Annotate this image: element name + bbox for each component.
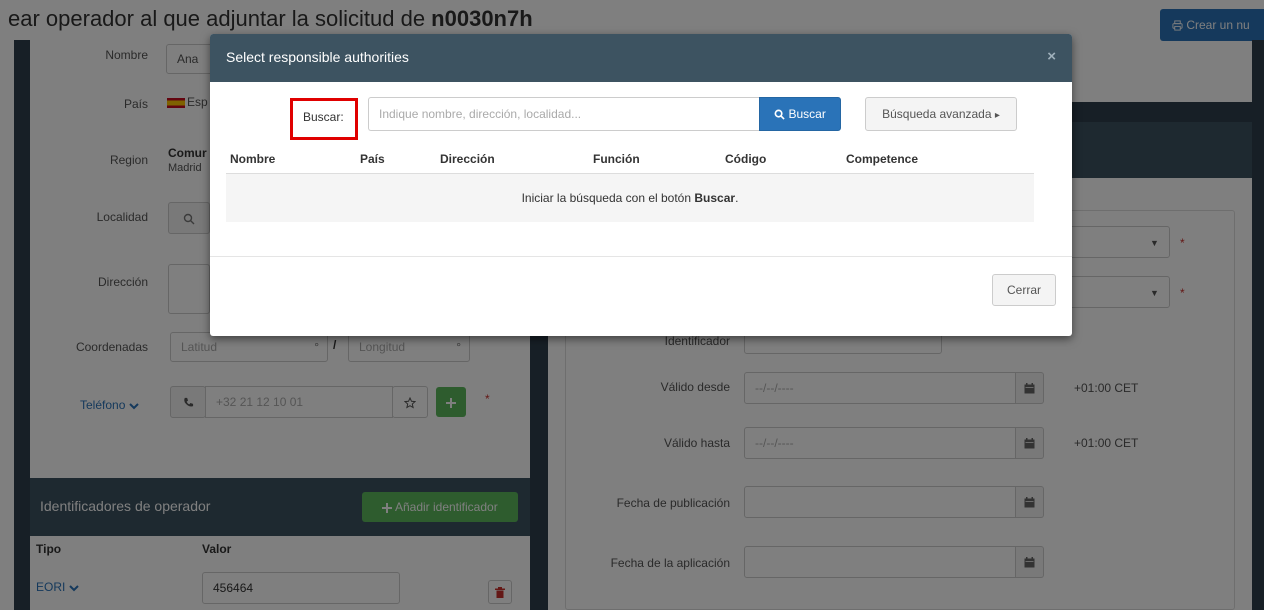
- modal-header: Select responsible authorities ×: [210, 34, 1072, 82]
- modal-footer-divider: [210, 256, 1072, 257]
- advanced-search-button[interactable]: Búsqueda avanzada ▸: [865, 97, 1017, 131]
- search-input[interactable]: [368, 97, 759, 131]
- empty-message-suffix: .: [735, 191, 739, 205]
- col-direccion: Dirección: [440, 152, 495, 166]
- advanced-search-label: Búsqueda avanzada: [882, 107, 992, 121]
- col-funcion: Función: [593, 152, 640, 166]
- empty-results-row: Iniciar la búsqueda con el botón Buscar.: [226, 174, 1034, 222]
- modal-title: Select responsible authorities: [226, 49, 409, 65]
- col-codigo: Código: [725, 152, 767, 166]
- close-icon[interactable]: ×: [1047, 48, 1056, 65]
- search-button-label: Buscar: [788, 107, 826, 121]
- search-button[interactable]: Buscar: [759, 97, 841, 131]
- select-authorities-modal: Select responsible authorities × Buscar:…: [210, 34, 1072, 336]
- search-label: Buscar:: [303, 110, 344, 124]
- empty-message-prefix: Iniciar la búsqueda con el botón: [521, 191, 695, 205]
- close-button[interactable]: Cerrar: [992, 274, 1056, 306]
- col-competence: Competence: [846, 152, 919, 166]
- empty-message-bold: Buscar: [694, 191, 736, 205]
- search-icon: [774, 109, 785, 120]
- col-nombre: Nombre: [230, 152, 276, 166]
- col-pais: País: [360, 152, 385, 166]
- caret-right-icon: ▸: [994, 110, 1000, 121]
